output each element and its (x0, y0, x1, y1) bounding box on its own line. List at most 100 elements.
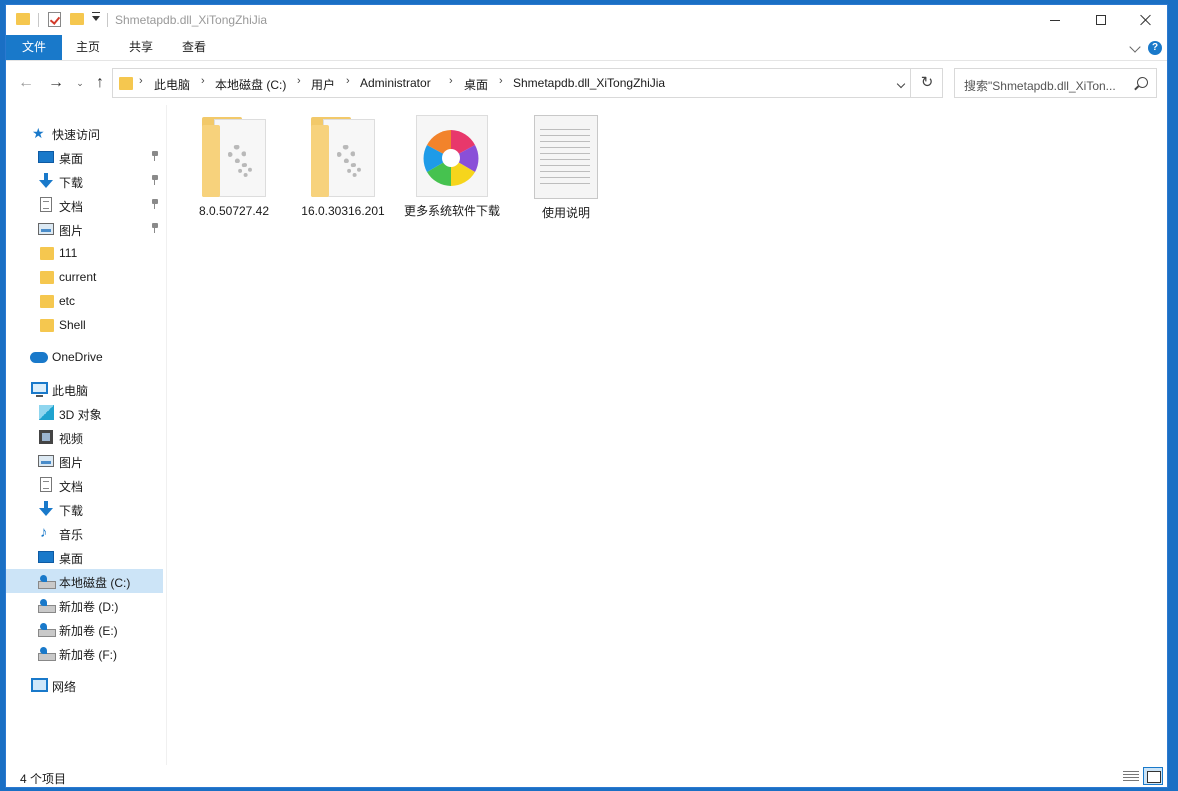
sidebar-item-pictures[interactable]: 图片 (6, 217, 163, 241)
sidebar-item-label: 桌面 (59, 552, 84, 566)
drive-icon (38, 623, 56, 637)
search-icon[interactable] (1137, 77, 1148, 88)
close-button[interactable] (1123, 5, 1167, 35)
document-icon (40, 477, 52, 492)
pin-icon[interactable] (151, 199, 159, 209)
sidebar-item-label: 此电脑 (52, 384, 89, 398)
sidebar-item-volume-f[interactable]: 新加卷 (F:) (6, 641, 163, 665)
folder-gear-icon (202, 115, 266, 197)
tab-view[interactable]: 查看 (168, 35, 220, 60)
breadcrumb-chevron-icon[interactable]: › (346, 75, 350, 87)
sidebar-item-onedrive[interactable]: OneDrive (6, 345, 163, 369)
divider (107, 13, 108, 27)
desktop-icon (38, 551, 54, 563)
drive-icon (38, 575, 56, 589)
music-icon: ♪ (40, 524, 48, 541)
breadcrumb-users[interactable]: 用户 (311, 76, 335, 93)
sidebar-item-desktop-pc[interactable]: 桌面 (6, 545, 163, 569)
maximize-button[interactable] (1078, 5, 1124, 35)
sidebar-item-network[interactable]: 网络 (6, 673, 163, 697)
customize-toolbar-dropdown-icon[interactable] (92, 12, 100, 21)
sidebar-item-videos[interactable]: 视频 (6, 425, 163, 449)
sidebar-item-downloads[interactable]: 下载 (6, 169, 163, 193)
sidebar-item-label: 本地磁盘 (C:) (59, 576, 131, 590)
sidebar-item-this-pc[interactable]: 此电脑 (6, 377, 163, 401)
network-icon (31, 678, 48, 692)
sidebar-item-label: 快速访问 (52, 128, 101, 142)
pin-icon[interactable] (151, 151, 159, 161)
tab-file[interactable]: 文件 (6, 35, 62, 60)
computer-icon (31, 382, 48, 397)
breadcrumb-this-pc[interactable]: 此电脑 (154, 76, 190, 93)
sidebar-item-documents-pc[interactable]: 文档 (6, 473, 163, 497)
folder-icon (16, 13, 30, 25)
file-item[interactable]: 使用说明 (516, 115, 616, 221)
picture-icon (38, 223, 54, 235)
divider (910, 69, 911, 97)
file-item[interactable]: 16.0.30316.201 (293, 115, 393, 219)
search-input[interactable]: 搜索"Shmetapdb.dll_XiTon... (954, 68, 1157, 98)
explorer-window: Shmetapdb.dll_XiTongZhiJia 文件 主页 共享 查看 ?… (5, 4, 1168, 788)
up-arrow-icon[interactable]: ↑ (90, 74, 110, 92)
back-arrow-icon[interactable]: ← (16, 74, 36, 92)
breadcrumb-chevron-icon[interactable]: › (499, 75, 503, 87)
sidebar-item-label: 下载 (59, 176, 84, 190)
refresh-icon[interactable]: ↻ (918, 74, 936, 92)
recent-locations-chevron-icon[interactable]: ⌄ (70, 74, 90, 92)
address-history-dropdown-icon[interactable] (896, 79, 906, 89)
sidebar-item-3d-objects[interactable]: 3D 对象 (6, 401, 163, 425)
minimize-icon (1050, 19, 1060, 21)
sidebar-item-label: 3D 对象 (59, 408, 102, 422)
file-name: 8.0.50727.42 (198, 204, 270, 218)
details-view-icon[interactable] (1123, 769, 1139, 783)
sidebar-item-shell[interactable]: Shell (6, 313, 163, 337)
sidebar-item-volume-e[interactable]: 新加卷 (E:) (6, 617, 163, 641)
sidebar-item-quick-access[interactable]: ★ 快速访问 (6, 121, 163, 145)
file-item[interactable]: 8.0.50727.42 (184, 115, 284, 219)
sidebar-item-111[interactable]: 111 (6, 241, 163, 265)
properties-check-icon[interactable] (48, 12, 61, 27)
folder-gear-icon (311, 115, 375, 197)
breadcrumb-chevron-icon[interactable]: › (139, 75, 143, 87)
picture-icon (38, 455, 54, 467)
sidebar-item-label: 新加卷 (E:) (59, 624, 118, 638)
sidebar-item-music[interactable]: ♪ 音乐 (6, 521, 163, 545)
sidebar-item-label: 网络 (52, 680, 77, 694)
sidebar-item-desktop[interactable]: 桌面 (6, 145, 163, 169)
divider (38, 13, 39, 27)
file-list[interactable]: 8.0.50727.42 16.0.30316.201 更多系统软件下载 使用说… (166, 105, 1167, 765)
minimize-button[interactable] (1032, 5, 1078, 35)
breadcrumb-desktop[interactable]: 桌面 (464, 76, 488, 93)
sidebar-item-label: 图片 (59, 224, 84, 238)
tab-home[interactable]: 主页 (62, 35, 114, 60)
sidebar-item-current[interactable]: current (6, 265, 163, 289)
sidebar-item-downloads-pc[interactable]: 下载 (6, 497, 163, 521)
pin-icon[interactable] (151, 223, 159, 233)
help-icon[interactable]: ? (1148, 41, 1162, 55)
navigation-bar: ← → ⌄ ↑ › 此电脑 › 本地磁盘 (C:) › 用户 › Adminis… (6, 65, 1167, 101)
breadcrumb-current-folder[interactable]: Shmetapdb.dll_XiTongZhiJia (513, 76, 665, 90)
sidebar-item-pictures-pc[interactable]: 图片 (6, 449, 163, 473)
breadcrumb-chevron-icon[interactable]: › (297, 75, 301, 87)
item-count: 4 个项目 (20, 772, 67, 786)
folder-icon (40, 271, 54, 284)
new-folder-icon[interactable] (70, 13, 84, 25)
breadcrumb-chevron-icon[interactable]: › (449, 75, 453, 87)
address-bar[interactable]: › 此电脑 › 本地磁盘 (C:) › 用户 › Administrator ›… (112, 68, 943, 98)
breadcrumb-local-disk-c[interactable]: 本地磁盘 (C:) (215, 76, 286, 93)
large-icons-view-icon[interactable] (1143, 767, 1163, 785)
breadcrumb-administrator[interactable]: Administrator (360, 76, 431, 90)
text-document-icon (534, 115, 598, 199)
pin-icon[interactable] (151, 175, 159, 185)
sidebar-item-volume-d[interactable]: 新加卷 (D:) (6, 593, 163, 617)
file-item[interactable]: 更多系统软件下载 (402, 115, 502, 219)
sidebar-item-label: 图片 (59, 456, 84, 470)
expand-ribbon-chevron-icon[interactable] (1129, 41, 1141, 53)
sidebar-item-etc[interactable]: etc (6, 289, 163, 313)
sidebar-item-documents[interactable]: 文档 (6, 193, 163, 217)
sidebar-item-label: 文档 (59, 200, 84, 214)
forward-arrow-icon[interactable]: → (46, 74, 66, 92)
breadcrumb-chevron-icon[interactable]: › (201, 75, 205, 87)
tab-share[interactable]: 共享 (115, 35, 167, 60)
sidebar-item-local-disk-c[interactable]: 本地磁盘 (C:) (6, 569, 163, 593)
